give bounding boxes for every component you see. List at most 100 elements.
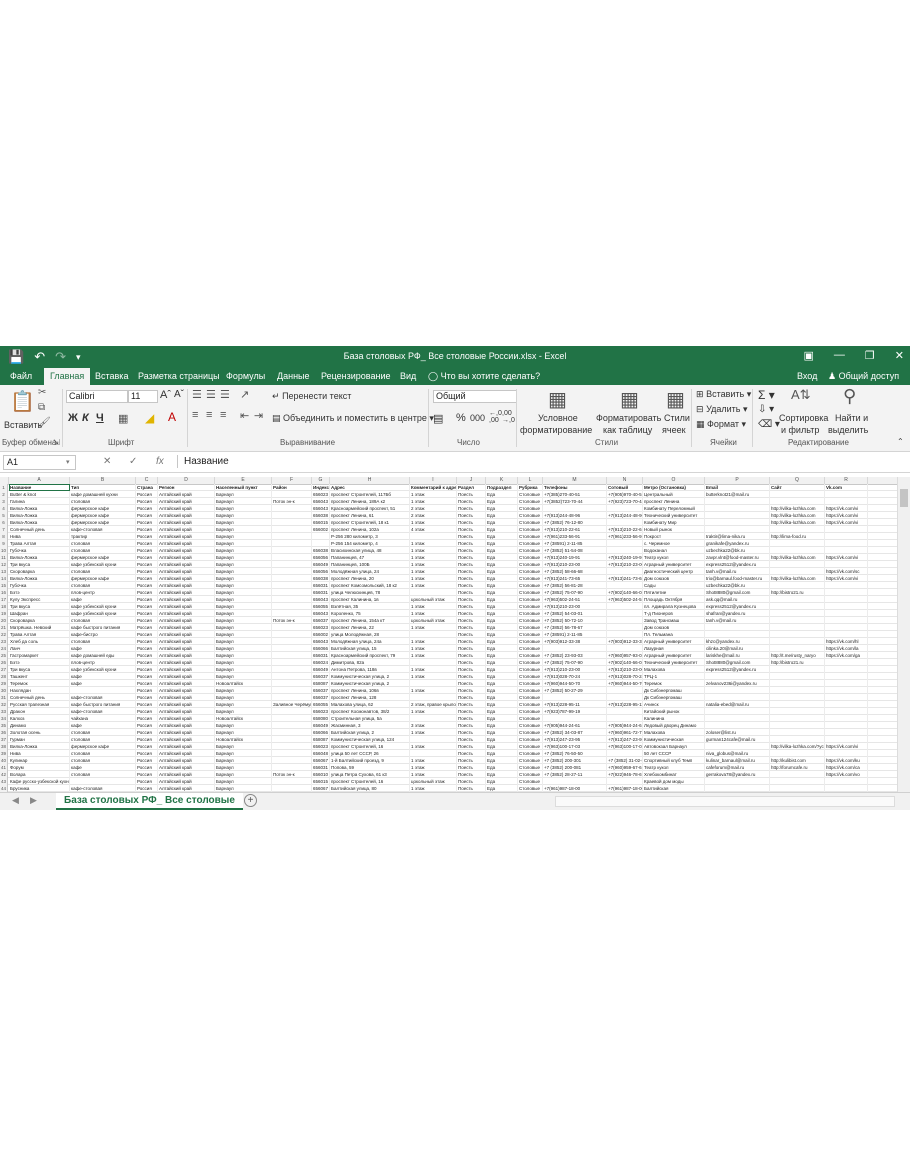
cell[interactable]: 658087 (312, 680, 330, 687)
cell[interactable] (705, 708, 770, 715)
cell[interactable] (607, 568, 643, 575)
cell[interactable] (607, 540, 643, 547)
cell[interactable]: trio@barnaul.food-master.ru (705, 575, 770, 582)
cell[interactable]: Поесть (457, 519, 486, 526)
cell[interactable] (770, 778, 825, 785)
cell[interactable]: Теремок (9, 680, 70, 687)
cell[interactable]: Еда (486, 554, 518, 561)
cell[interactable] (825, 659, 868, 666)
cell[interactable]: Красноармейский проспект, 79 (330, 652, 410, 659)
cell[interactable]: проспект Ленина, 22 (330, 624, 410, 631)
cell[interactable] (543, 715, 607, 722)
row-number[interactable]: 18 (0, 603, 8, 610)
cell[interactable] (607, 687, 643, 694)
cell[interactable]: проспект Строителей, 117Бб (330, 491, 410, 498)
cell[interactable]: +7(961)233-56-91 (543, 533, 607, 540)
cell[interactable]: Еда (486, 729, 518, 736)
cell[interactable]: Алтайский край (158, 722, 215, 729)
row-number[interactable]: 23 (0, 638, 8, 645)
row-number[interactable]: 3 (0, 498, 8, 505)
cell[interactable]: Еда (486, 561, 518, 568)
cell[interactable] (825, 631, 868, 638)
cell[interactable]: Короленко, 75 (330, 610, 410, 617)
cell[interactable]: Шафран (9, 610, 70, 617)
column-header[interactable]: J (457, 477, 486, 484)
cell[interactable] (770, 673, 825, 680)
cell[interactable]: Алтайский край (158, 554, 215, 561)
decrease-indent-icon[interactable]: ⇤ (240, 409, 249, 422)
cell[interactable] (543, 645, 607, 652)
cell[interactable]: Еда (486, 638, 518, 645)
cell[interactable]: Поесть (457, 575, 486, 582)
cell[interactable]: Аграрный университет (643, 561, 705, 568)
cond-format-label-2[interactable]: форматирование (520, 425, 592, 435)
cell[interactable]: Дракон (9, 708, 70, 715)
vertical-scrollbar[interactable] (897, 477, 910, 792)
cell[interactable] (607, 617, 643, 624)
cell[interactable]: Барнаул (215, 652, 272, 659)
cell[interactable]: http://vilka-lozhka.com (770, 519, 825, 526)
cell[interactable]: Гурман (9, 736, 70, 743)
cell[interactable]: 1 этаж (410, 603, 457, 610)
cell[interactable]: https://vk.com/ga (825, 652, 868, 659)
cell[interactable]: 1 этаж (410, 673, 457, 680)
cell[interactable]: Россия (136, 526, 158, 533)
cell[interactable]: Россия (136, 659, 158, 666)
cell[interactable]: +7 (3852) 56-81-28 (543, 582, 607, 589)
cell[interactable] (410, 736, 457, 743)
cell[interactable]: Барнаул (215, 785, 272, 792)
cell-styles-label-1[interactable]: Стили (664, 413, 690, 423)
cell[interactable]: столовая (70, 568, 136, 575)
cell[interactable]: Хлеб да соль (9, 638, 70, 645)
cell[interactable]: tanh.v@mail.ru (705, 568, 770, 575)
cell[interactable]: Малахова улица, 62 (330, 701, 410, 708)
cell[interactable]: Еда (486, 596, 518, 603)
paste-button[interactable]: Вставить (4, 420, 42, 430)
tab-home[interactable]: Главная (44, 368, 91, 385)
cell[interactable]: ТРЦ-1 (643, 673, 705, 680)
cell[interactable]: Столовые (518, 589, 543, 596)
cell[interactable]: с. Черемное (643, 540, 705, 547)
cell[interactable]: Столовые (518, 715, 543, 722)
cell[interactable]: Поесть (457, 568, 486, 575)
cell[interactable]: чайхана (70, 715, 136, 722)
row-number[interactable]: 17 (0, 596, 8, 603)
cell[interactable]: Столовые (518, 659, 543, 666)
cell[interactable]: Барнаул (215, 547, 272, 554)
cell[interactable] (607, 505, 643, 512)
find-select-label-2[interactable]: выделить (828, 425, 868, 435)
cell[interactable]: 656067 (312, 785, 330, 792)
cell[interactable]: Барнаул (215, 554, 272, 561)
cell[interactable]: Алтайский край (158, 610, 215, 617)
cell[interactable]: Алтайский край (158, 582, 215, 589)
cell[interactable]: кафе (70, 673, 136, 680)
cell[interactable]: +7(913)244-48-96 (607, 512, 643, 519)
cell[interactable]: Алтайский край (158, 505, 215, 512)
cell[interactable]: Поесть (457, 764, 486, 771)
cell[interactable]: Барнаул (215, 771, 272, 778)
cell[interactable]: Еда (486, 708, 518, 715)
cell[interactable]: 656023 (312, 491, 330, 498)
cell[interactable] (410, 750, 457, 757)
cell[interactable]: kulinar_barnaul@mail.ru (705, 757, 770, 764)
cell[interactable] (770, 645, 825, 652)
cell[interactable] (272, 519, 312, 526)
cell[interactable]: 656055 (312, 701, 330, 708)
sort-filter-label-1[interactable]: Сортировка (779, 413, 828, 423)
column-header[interactable]: M (543, 477, 607, 484)
cell[interactable]: 656038 (312, 575, 330, 582)
cell[interactable]: +7(903)912-33-38 (607, 638, 643, 645)
cell[interactable]: 1-й Балтийский проезд, 9 (330, 757, 410, 764)
paste-icon[interactable]: 📋 (10, 389, 35, 414)
cell[interactable]: Алтайский край (158, 512, 215, 519)
cell[interactable]: Пл. Тельмана (643, 631, 705, 638)
cell[interactable] (825, 526, 868, 533)
cell[interactable]: Алтайский край (158, 701, 215, 708)
cell[interactable]: Поток эн-к (272, 617, 312, 624)
cell[interactable]: Россия (136, 610, 158, 617)
cell[interactable]: Еда (486, 498, 518, 505)
row-number[interactable]: 1 (0, 484, 8, 491)
cell[interactable] (272, 715, 312, 722)
cell[interactable]: Еда (486, 589, 518, 596)
cell[interactable]: Технический университет (643, 512, 705, 519)
